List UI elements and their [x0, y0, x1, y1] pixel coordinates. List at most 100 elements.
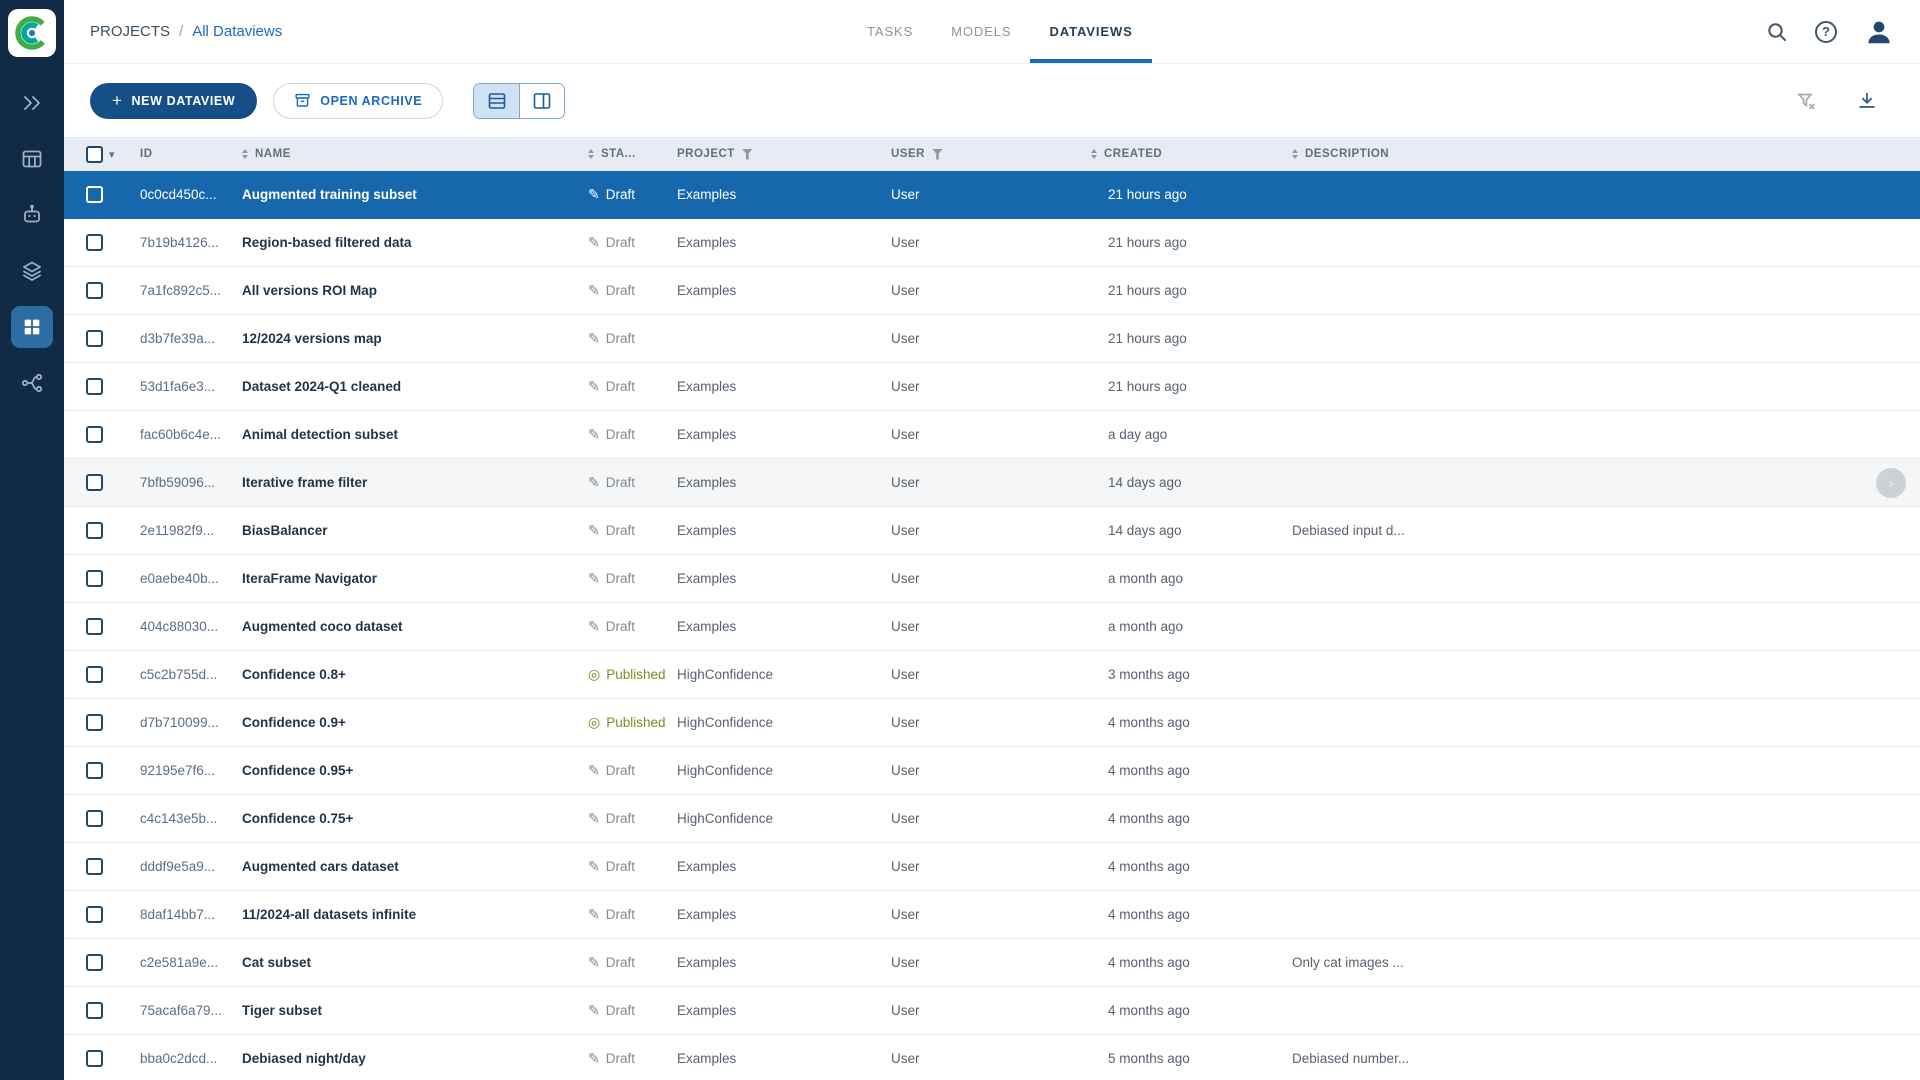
row-name[interactable]: Augmented cars dataset	[242, 859, 399, 874]
row-checkbox[interactable]	[86, 858, 103, 875]
open-archive-button[interactable]: OPEN ARCHIVE	[273, 83, 443, 119]
column-header-status[interactable]: STA...	[588, 148, 677, 160]
row-name[interactable]: Confidence 0.9+	[242, 715, 346, 730]
table-row[interactable]: 7b19b4126... Region-based filtered data …	[64, 219, 1920, 267]
table-row[interactable]: 7a1fc892c5... All versions ROI Map ✎ Dra…	[64, 267, 1920, 315]
row-user: User	[891, 811, 1091, 826]
download-icon[interactable]	[1856, 90, 1878, 112]
table-view-toggle[interactable]	[474, 84, 519, 118]
row-name[interactable]: Augmented training subset	[242, 187, 417, 202]
table-row[interactable]: d3b7fe39a... 12/2024 versions map ✎ Draf…	[64, 315, 1920, 363]
row-user: User	[891, 907, 1091, 922]
table-row[interactable]: 8daf14bb7... 11/2024-all datasets infini…	[64, 891, 1920, 939]
row-checkbox[interactable]	[86, 906, 103, 923]
select-all-checkbox[interactable]	[86, 146, 103, 163]
sidebar-item-getting-started[interactable]	[0, 75, 64, 131]
table-row[interactable]: 7bfb59096... Iterative frame filter ✎ Dr…	[64, 459, 1920, 507]
row-checkbox[interactable]	[86, 522, 103, 539]
table-row[interactable]: 75acaf6a79... Tiger subset ✎ Draft Examp…	[64, 987, 1920, 1035]
row-checkbox[interactable]	[86, 1002, 103, 1019]
row-checkbox[interactable]	[86, 426, 103, 443]
table-row[interactable]: bba0c2dcd... Debiased night/day ✎ Draft …	[64, 1035, 1920, 1080]
table-row[interactable]: d7b710099... Confidence 0.9+ ◎ Published…	[64, 699, 1920, 747]
tab-dataviews[interactable]: DATAVIEWS	[1030, 0, 1151, 63]
filter-icon[interactable]	[742, 149, 753, 160]
sort-icon[interactable]	[1091, 149, 1097, 159]
row-checkbox[interactable]	[86, 762, 103, 779]
row-name[interactable]: Iterative frame filter	[242, 475, 367, 490]
sidebar-item-dataviews[interactable]	[0, 299, 64, 355]
column-header-id[interactable]: ID	[140, 148, 242, 160]
new-dataview-button[interactable]: + NEW DATAVIEW	[90, 83, 257, 119]
status-icon: ✎	[588, 282, 600, 299]
table-row[interactable]: fac60b6c4e... Animal detection subset ✎ …	[64, 411, 1920, 459]
row-name[interactable]: Animal detection subset	[242, 427, 398, 442]
row-name[interactable]: BiasBalancer	[242, 523, 328, 538]
tab-models[interactable]: MODELS	[932, 0, 1030, 63]
row-name[interactable]: Tiger subset	[242, 1003, 322, 1018]
sort-icon[interactable]	[242, 149, 248, 159]
search-icon[interactable]	[1766, 21, 1788, 43]
row-checkbox[interactable]	[86, 282, 103, 299]
row-project: Examples	[677, 475, 891, 490]
row-checkbox[interactable]	[86, 570, 103, 587]
column-header-created[interactable]: CREATED	[1091, 148, 1292, 160]
row-checkbox[interactable]	[86, 954, 103, 971]
table-row[interactable]: 404c88030... Augmented coco dataset ✎ Dr…	[64, 603, 1920, 651]
clear-filters-icon[interactable]	[1796, 91, 1816, 111]
table-row[interactable]: dddf9e5a9... Augmented cars dataset ✎ Dr…	[64, 843, 1920, 891]
breadcrumb-projects[interactable]: PROJECTS	[90, 23, 170, 40]
tab-tasks[interactable]: TASKS	[848, 0, 932, 63]
split-view-toggle[interactable]	[519, 84, 564, 118]
row-checkbox[interactable]	[86, 234, 103, 251]
column-header-user[interactable]: USER	[891, 148, 1091, 160]
row-name[interactable]: 11/2024-all datasets infinite	[242, 907, 416, 922]
row-name[interactable]: Region-based filtered data	[242, 235, 412, 250]
status-badge: ✎ Draft	[588, 570, 677, 587]
filter-icon[interactable]	[932, 149, 943, 160]
sidebar-item-pipelines[interactable]	[0, 355, 64, 411]
user-avatar[interactable]	[1864, 17, 1894, 47]
row-name[interactable]: Confidence 0.75+	[242, 811, 353, 826]
table-row[interactable]: c2e581a9e... Cat subset ✎ Draft Examples…	[64, 939, 1920, 987]
row-info-button[interactable]: ›	[1876, 468, 1906, 498]
row-checkbox[interactable]	[86, 666, 103, 683]
table-row[interactable]: e0aebe40b... IteraFrame Navigator ✎ Draf…	[64, 555, 1920, 603]
row-name[interactable]: Augmented coco dataset	[242, 619, 403, 634]
row-created: 4 months ago	[1091, 811, 1292, 826]
sidebar-item-workers[interactable]	[0, 187, 64, 243]
row-name[interactable]: IteraFrame Navigator	[242, 571, 377, 586]
row-name[interactable]: Debiased night/day	[242, 1051, 366, 1066]
row-checkbox[interactable]	[86, 378, 103, 395]
table-row[interactable]: c5c2b755d... Confidence 0.8+ ◎ Published…	[64, 651, 1920, 699]
row-name[interactable]: 12/2024 versions map	[242, 331, 382, 346]
column-header-project[interactable]: PROJECT	[677, 148, 891, 160]
sidebar-item-datasets[interactable]	[0, 243, 64, 299]
table-row[interactable]: 0c0cd450c... Augmented training subset ✎…	[64, 171, 1920, 219]
select-all-caret-icon[interactable]: ▾	[109, 148, 115, 161]
column-header-name[interactable]: NAME	[242, 148, 588, 160]
sidebar-item-projects[interactable]	[0, 131, 64, 187]
row-name[interactable]: Confidence 0.95+	[242, 763, 353, 778]
row-checkbox[interactable]	[86, 186, 103, 203]
row-checkbox[interactable]	[86, 474, 103, 491]
table-row[interactable]: 53d1fa6e3... Dataset 2024-Q1 cleaned ✎ D…	[64, 363, 1920, 411]
column-header-description[interactable]: DESCRIPTION	[1292, 148, 1920, 160]
row-name[interactable]: All versions ROI Map	[242, 283, 377, 298]
breadcrumb-current[interactable]: All Dataviews	[192, 23, 282, 40]
row-checkbox[interactable]	[86, 810, 103, 827]
table-row[interactable]: 92195e7f6... Confidence 0.95+ ✎ Draft Hi…	[64, 747, 1920, 795]
row-name[interactable]: Dataset 2024-Q1 cleaned	[242, 379, 401, 394]
sort-icon[interactable]	[1292, 149, 1298, 159]
sort-icon[interactable]	[588, 149, 594, 159]
row-checkbox[interactable]	[86, 618, 103, 635]
row-checkbox[interactable]	[86, 1050, 103, 1067]
clearml-logo[interactable]	[8, 9, 56, 57]
table-row[interactable]: 2e11982f9... BiasBalancer ✎ Draft Exampl…	[64, 507, 1920, 555]
row-name[interactable]: Confidence 0.8+	[242, 667, 346, 682]
row-checkbox[interactable]	[86, 714, 103, 731]
table-row[interactable]: c4c143e5b... Confidence 0.75+ ✎ Draft Hi…	[64, 795, 1920, 843]
row-name[interactable]: Cat subset	[242, 955, 311, 970]
row-checkbox[interactable]	[86, 330, 103, 347]
help-icon[interactable]: ?	[1815, 21, 1837, 43]
